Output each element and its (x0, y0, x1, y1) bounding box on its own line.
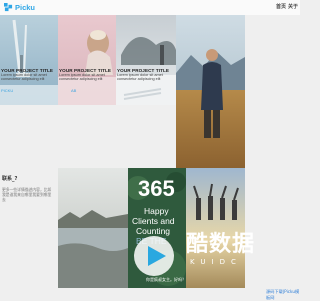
tile-2-desc-2: consectetur adipiscing elit (59, 77, 103, 82)
promo-caption: 你是疯叔女主。好吗？ (146, 277, 186, 282)
tile-1-caption: YOUR PROJECT TITLE Lorem ipsum dolor sit… (0, 68, 58, 93)
project-tile-2[interactable]: YOUR PROJECT TITLE Lorem ipsum dolor sit… (58, 15, 116, 105)
tile-3-desc-2: consectetur adipiscing elit (117, 77, 161, 82)
project-tile-1[interactable]: YOUR PROJECT TITLE Lorem ipsum dolor sit… (0, 15, 58, 105)
watermark: 酷数据 KUIDC (130, 222, 280, 284)
header-bar (0, 0, 300, 15)
photo-tile-lake[interactable] (58, 168, 128, 288)
contact-card: 联系_? 更多一些详情描述内容，比如我是谁我来自哪里我要到哪里去 (2, 175, 58, 202)
watermark-sub: KUIDC (190, 258, 242, 266)
logo-text: Picku (15, 3, 36, 12)
tile-2-meta: AB (71, 87, 77, 93)
promo-text: Happy (144, 206, 169, 216)
footer-link[interactable]: 源码下载|Picku模板网 (266, 289, 300, 301)
promo-line-1: Happy (144, 206, 169, 216)
nav-home-link[interactable]: 首页 (276, 3, 286, 12)
tile-3-caption: YOUR PROJECT TITLE Lorem ipsum dolor sit… (116, 68, 176, 82)
tile-1-desc-2: consectetur adipiscing elit (1, 77, 45, 82)
project-tile-3[interactable]: YOUR PROJECT TITLE Lorem ipsum dolor sit… (116, 15, 176, 105)
tile-5-image (58, 168, 128, 288)
logo-icon (4, 3, 13, 12)
promo-number: 365 (138, 176, 175, 201)
tile-3-image (116, 15, 176, 105)
nav-about-link[interactable]: 关于 (288, 3, 298, 12)
photo-tile-man-field[interactable] (176, 15, 245, 168)
tile-2-caption: YOUR PROJECT TITLE Lorem ipsum dolor sit… (58, 68, 116, 93)
watermark-title: 酷数据 (186, 232, 256, 257)
logo[interactable]: Picku (4, 3, 35, 12)
play-icon (134, 236, 174, 276)
contact-card-desc: 更多一些详情描述内容，比如我是谁我来自哪里我要到哪里去 (2, 187, 52, 202)
tile-4-image (176, 15, 245, 168)
contact-card-title: 联系_? (2, 176, 18, 182)
tile-1-meta: PICKU (1, 87, 14, 93)
